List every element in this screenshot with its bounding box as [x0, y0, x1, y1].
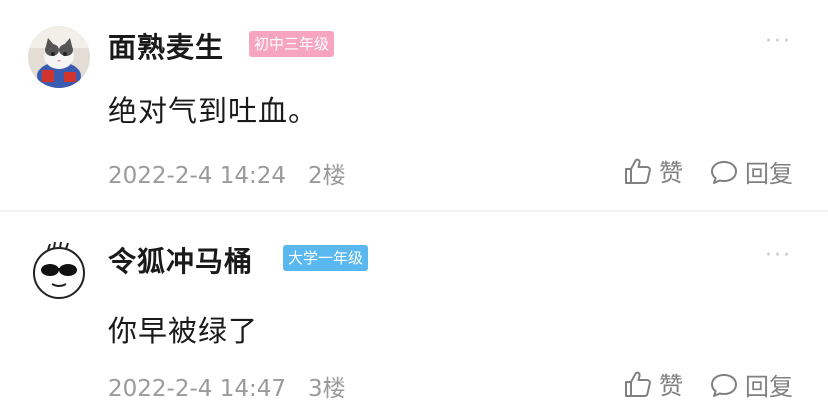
reply-button[interactable]: 回复: [709, 367, 793, 402]
more-options-icon[interactable]: ···: [765, 31, 792, 53]
comment-item: 令狐冲马桶 大学一年级 ··· 你早被绿了 2022-2-4 14:47 3楼 …: [0, 212, 828, 410]
username[interactable]: 面熟麦生: [108, 26, 224, 66]
floor-number: 2楼: [307, 163, 346, 189]
timestamp: 2022-2-4 14:24: [108, 163, 286, 189]
floor-number: 3楼: [307, 376, 346, 402]
comment-item: 面熟麦生 初中三年级 ··· 绝对气到吐血。 2022-2-4 14:24 2楼…: [0, 0, 828, 211]
sunglasses-cartoon-avatar-icon: [28, 240, 90, 302]
user-avatar[interactable]: [28, 240, 90, 302]
username[interactable]: 令狐冲马桶: [108, 240, 253, 280]
reply-label: 回复: [745, 373, 793, 401]
like-button[interactable]: 赞: [623, 153, 683, 188]
grade-badge: 大学一年级: [283, 245, 369, 271]
comment-meta: 2022-2-4 14:24 2楼: [108, 156, 346, 190]
thumbs-up-icon: [625, 158, 651, 184]
cat-photo-avatar-icon: [28, 26, 90, 88]
like-label: 赞: [659, 372, 683, 400]
grade-badge: 初中三年级: [249, 31, 335, 57]
like-label: 赞: [659, 159, 683, 187]
comment-text: 你早被绿了: [108, 314, 259, 348]
reply-button[interactable]: 回复: [709, 154, 793, 189]
speech-bubble-icon: [711, 160, 737, 184]
user-avatar[interactable]: [28, 26, 90, 88]
reply-label: 回复: [745, 160, 793, 188]
comment-meta: 2022-2-4 14:47 3楼: [108, 369, 346, 403]
comment-text: 绝对气到吐血。: [108, 94, 319, 128]
timestamp: 2022-2-4 14:47: [108, 376, 286, 402]
like-button[interactable]: 赞: [623, 366, 683, 401]
thumbs-up-icon: [625, 371, 651, 397]
speech-bubble-icon: [711, 373, 737, 397]
more-options-icon[interactable]: ···: [765, 245, 792, 267]
